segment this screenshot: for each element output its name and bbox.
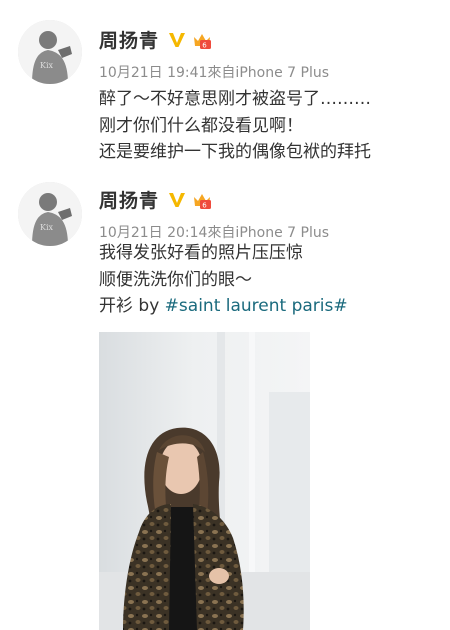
- post-caption-line: 开衫 by #saint laurent paris#: [99, 293, 348, 320]
- user-name-row: 周扬青 6: [99, 26, 213, 53]
- post-time[interactable]: 10月21日 19:41: [99, 65, 207, 81]
- yellow-v-badge-icon: [168, 31, 186, 49]
- post-text: 醉了～不好意思刚才被盗号了……… 刚才你们什么都没看见啊！ 还是要维护一下我的偶…: [99, 86, 371, 166]
- yellow-v-badge-icon: [168, 191, 186, 209]
- topic-link[interactable]: #saint laurent paris#: [165, 296, 348, 316]
- post-source: 來自iPhone 7 Plus: [207, 225, 330, 241]
- weibo-post-1: Kix 周扬青 6 10月21日 19:41來自iPhone 7 Plus 醉了…: [0, 0, 450, 170]
- username[interactable]: 周扬青: [99, 26, 159, 53]
- post-meta: 10月21日 20:14來自iPhone 7 Plus: [99, 222, 329, 242]
- post-time[interactable]: 10月21日 20:14: [99, 225, 207, 241]
- post-line: 顺便洗洗你们的眼～: [99, 269, 252, 290]
- post-meta: 10月21日 19:41來自iPhone 7 Plus: [99, 62, 329, 82]
- post-text: 我得发张好看的照片压压惊 顺便洗洗你们的眼～ 开衫 by #saint laur…: [99, 240, 348, 320]
- post-line: 我得发张好看的照片压压惊: [99, 243, 303, 263]
- post-line: 醉了～不好意思刚才被盗号了………: [99, 89, 371, 109]
- svg-text:6: 6: [202, 41, 207, 49]
- post-line: 还是要维护一下我的偶像包袱的拜托: [99, 142, 371, 162]
- svg-text:6: 6: [202, 201, 207, 209]
- woman-in-patterned-cardigan-photo[interactable]: [99, 332, 310, 630]
- svg-text:Kix: Kix: [40, 61, 54, 70]
- member-level-badge-icon: 6: [191, 189, 213, 211]
- user-avatar[interactable]: Kix: [18, 20, 82, 84]
- user-name-row: 周扬青 6: [99, 186, 213, 213]
- post-line: 刚才你们什么都没看见啊！: [99, 115, 303, 136]
- username[interactable]: 周扬青: [99, 186, 159, 213]
- member-level-badge-icon: 6: [191, 29, 213, 51]
- caption-prefix: 开衫 by: [99, 296, 165, 316]
- user-avatar[interactable]: Kix: [18, 182, 82, 246]
- svg-text:Kix: Kix: [40, 223, 54, 232]
- post-source: 來自iPhone 7 Plus: [207, 65, 330, 81]
